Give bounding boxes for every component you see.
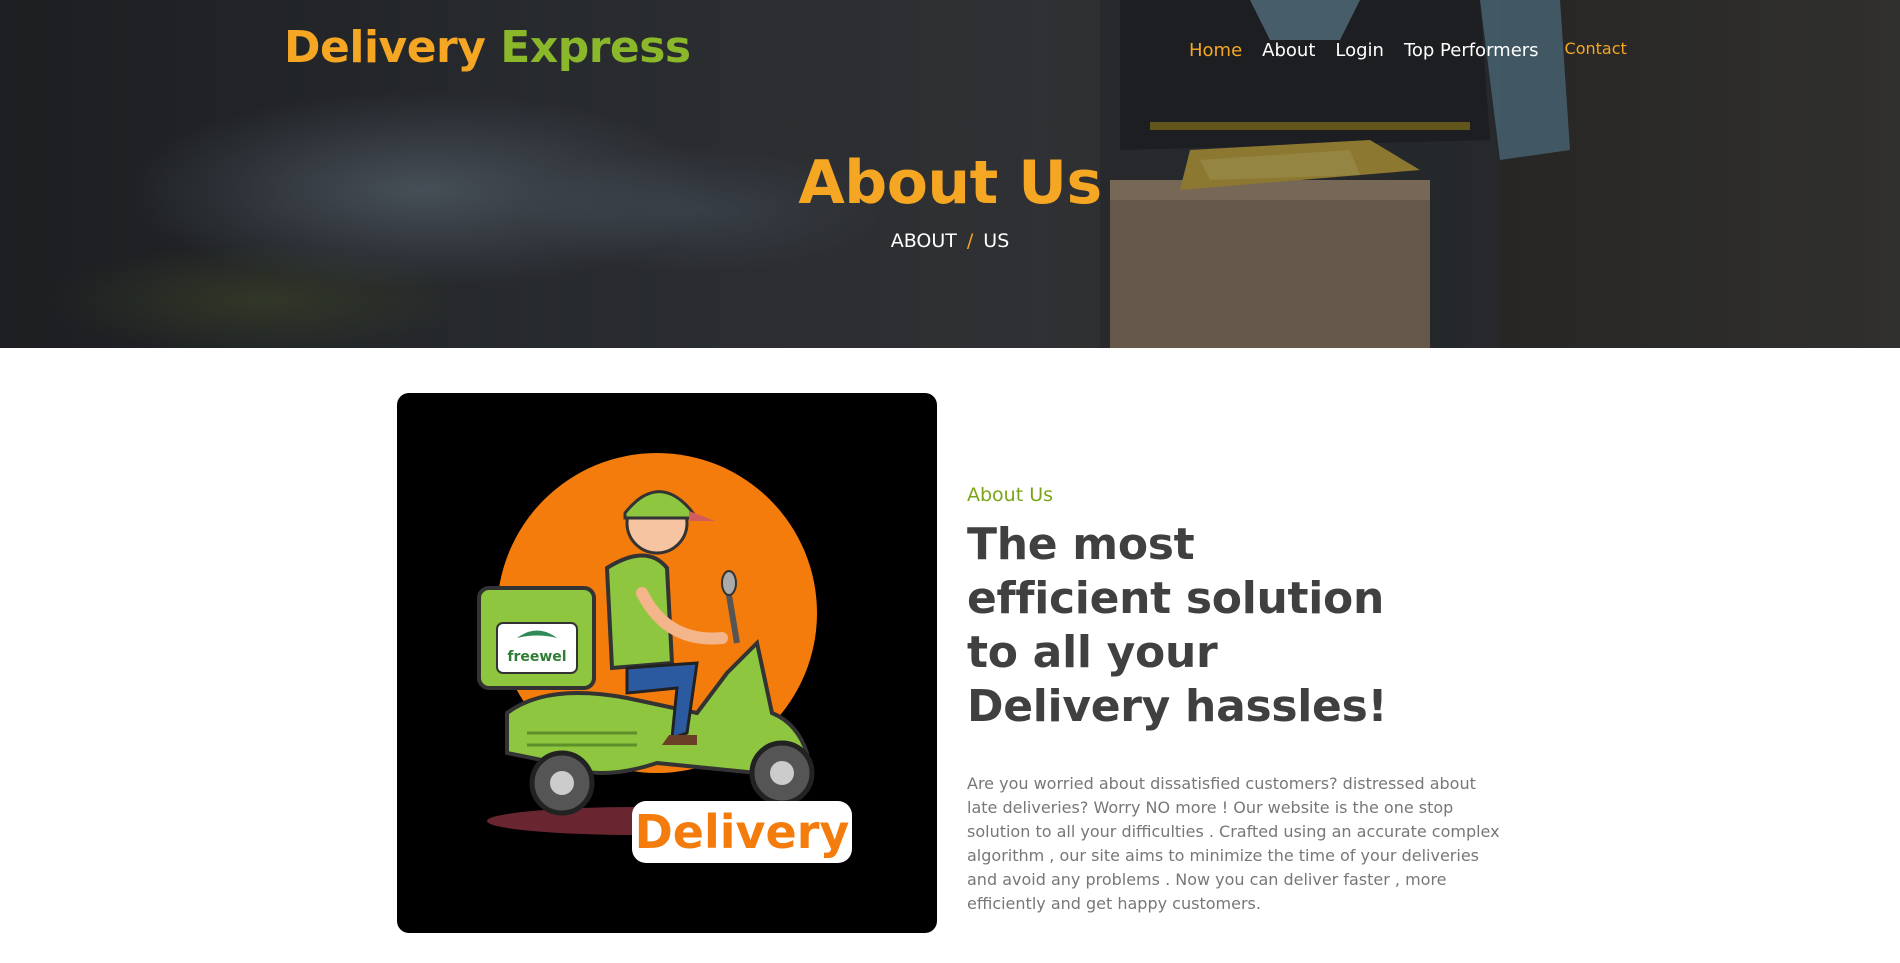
navbar: Delivery Express Home About Login Top Pe… xyxy=(0,0,1900,100)
nav-link-about[interactable]: About xyxy=(1262,40,1315,61)
section-description: Are you worried about dissatisfied custo… xyxy=(967,774,1500,913)
brand-part1: Delivery xyxy=(284,22,486,73)
box-logo-text: freewel xyxy=(507,649,566,665)
scooter-delivery-icon: freewel Delivery xyxy=(477,453,852,863)
nav-link-top-performers[interactable]: Top Performers xyxy=(1404,40,1539,61)
page-title: About Us xyxy=(798,148,1102,218)
breadcrumb-separator: / xyxy=(966,230,974,252)
section-headline: The most efficient solution to all your … xyxy=(967,519,1388,732)
nav-link-contact[interactable]: Contact xyxy=(1565,39,1627,58)
breadcrumb: ABOUT / US xyxy=(0,230,1900,252)
breadcrumb-item-us: US xyxy=(983,230,1010,252)
about-text-block: About Us The most efficient solution to … xyxy=(967,484,1507,916)
nav-link-login[interactable]: Login xyxy=(1335,40,1384,61)
delivery-badge-text: Delivery xyxy=(635,805,850,859)
nav-link-home[interactable]: Home xyxy=(1189,40,1242,61)
section-subtitle: About Us xyxy=(967,484,1054,506)
delivery-illustration: freewel Delivery xyxy=(397,393,937,933)
breadcrumb-item-about[interactable]: ABOUT xyxy=(891,230,957,252)
hero-banner: Delivery Express Home About Login Top Pe… xyxy=(0,0,1900,348)
brand-logo[interactable]: Delivery Express xyxy=(284,22,691,73)
nav-menu: Home About Login Top Performers Contact xyxy=(1189,39,1627,61)
brand-part2: Express xyxy=(500,22,691,73)
